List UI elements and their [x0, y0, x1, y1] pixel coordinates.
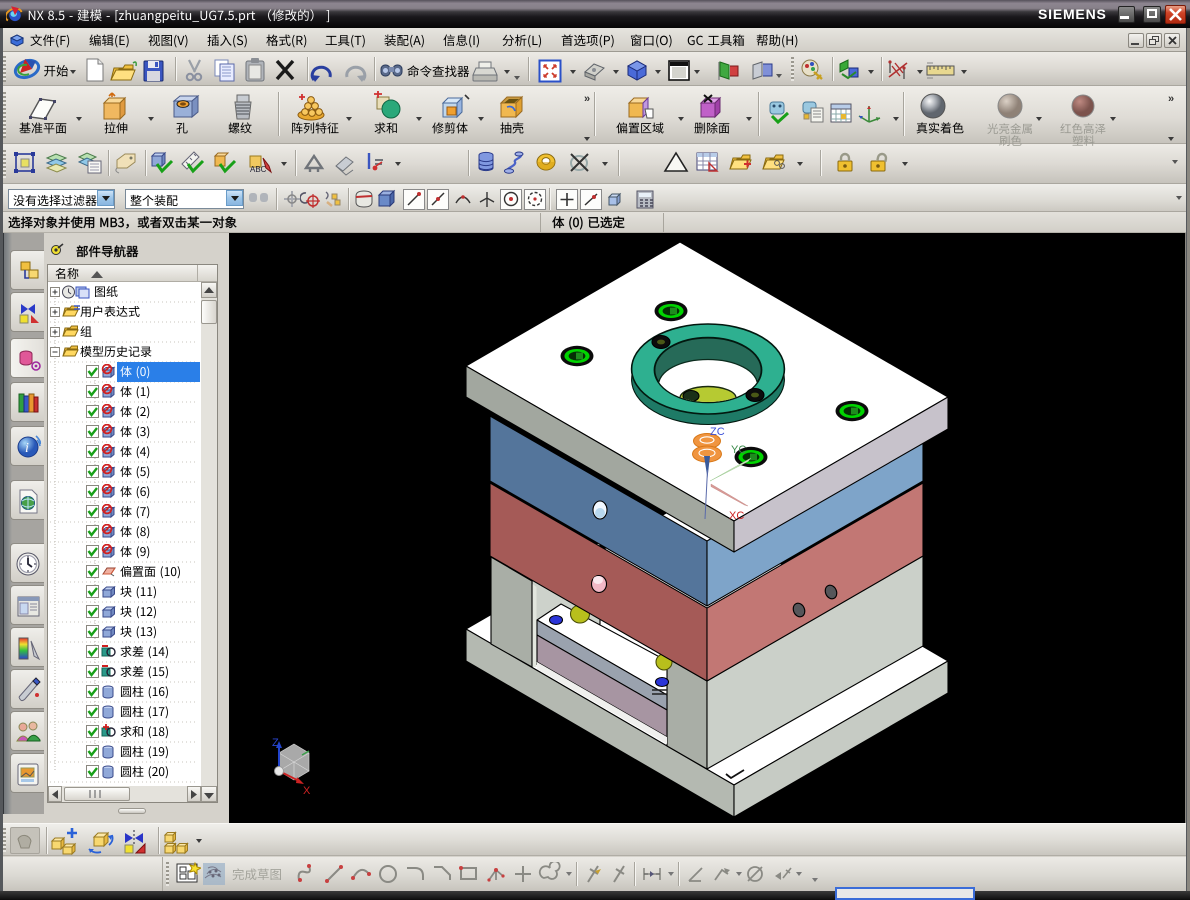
svg-text:ABC: ABC: [250, 165, 267, 174]
svg-text:i: i: [25, 441, 29, 456]
svg-text:YC: YC: [731, 444, 746, 456]
svg-text:XC: XC: [729, 510, 744, 522]
svg-text:ZC: ZC: [710, 426, 725, 438]
svg-text:Z: Z: [272, 737, 279, 749]
svg-text:X: X: [303, 785, 311, 797]
